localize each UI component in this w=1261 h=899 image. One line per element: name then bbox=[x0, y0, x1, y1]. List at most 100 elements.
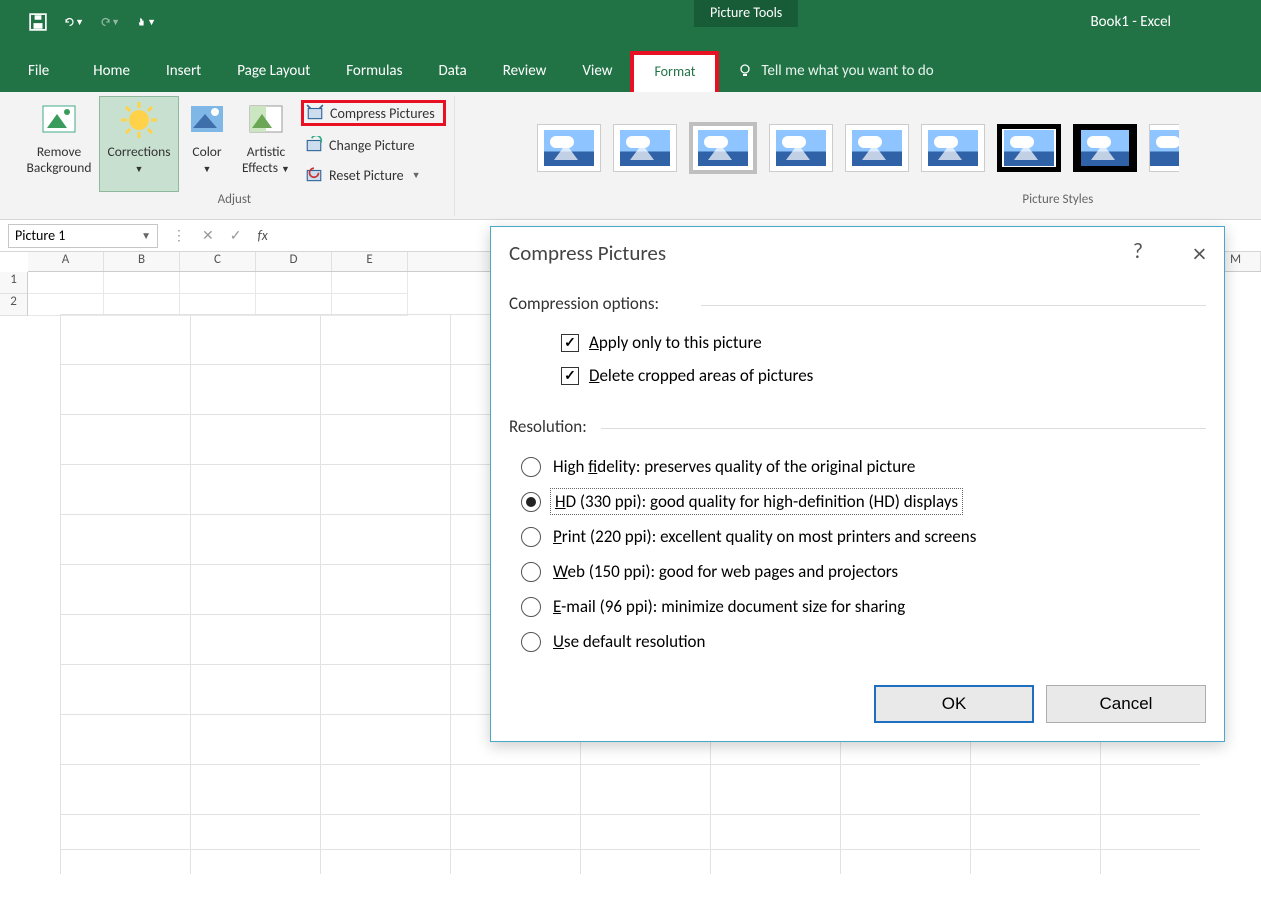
rowhdr-1[interactable]: 1 bbox=[0, 272, 28, 294]
color-label: Color▼ bbox=[192, 144, 221, 176]
tab-insert[interactable]: Insert bbox=[148, 50, 219, 92]
resolution-default[interactable]: Use default resolution bbox=[521, 624, 1206, 659]
radio-icon bbox=[521, 457, 541, 477]
radio-icon bbox=[521, 492, 541, 512]
name-box[interactable]: Picture 1 ▼ bbox=[8, 224, 158, 248]
picture-style-2[interactable] bbox=[613, 124, 677, 172]
artistic-effects-button[interactable]: Artistic Effects ▼ bbox=[235, 96, 297, 192]
group-picture-styles-label: Picture Styles bbox=[1022, 192, 1093, 207]
radio-icon bbox=[521, 632, 541, 652]
cancel-button[interactable]: Cancel bbox=[1046, 685, 1206, 723]
dialog-titlebar: Compress Pictures ? × bbox=[491, 227, 1224, 277]
delete-cropped-label: Delete cropped areas of pictures bbox=[589, 365, 813, 386]
resolution-print-label: Print (220 ppi): excellent quality on mo… bbox=[553, 526, 976, 547]
artistic-effects-label: Artistic Effects ▼ bbox=[242, 144, 290, 176]
dialog-close-button[interactable]: × bbox=[1193, 237, 1206, 269]
reset-picture-button[interactable]: Reset Picture ▼ bbox=[301, 164, 446, 186]
tell-me[interactable]: Tell me what you want to do bbox=[719, 50, 951, 92]
group-adjust-label: Adjust bbox=[218, 192, 252, 207]
col-C[interactable]: C bbox=[180, 252, 256, 271]
corrections-button[interactable]: Corrections▼ bbox=[99, 96, 179, 192]
picture-style-4[interactable] bbox=[769, 124, 833, 172]
enter-formula-icon[interactable]: ✓ bbox=[230, 227, 242, 244]
resolution-email[interactable]: E-mail (96 ppi): minimize document size … bbox=[521, 589, 1206, 624]
radio-icon bbox=[521, 527, 541, 547]
compress-pictures-dialog: Compress Pictures ? × Compression option… bbox=[490, 226, 1225, 742]
resolution-hifi-label: High fidelity: preserves quality of the … bbox=[553, 456, 915, 477]
picture-style-6[interactable] bbox=[921, 124, 985, 172]
resolution-web[interactable]: Web (150 ppi): good for web pages and pr… bbox=[521, 554, 1206, 589]
change-picture-icon bbox=[305, 136, 323, 154]
resolution-hd-label: HD (330 ppi): good quality for high-defi… bbox=[553, 491, 960, 512]
ribbon: Remove Background Corrections▼ Color▼ Ar… bbox=[0, 92, 1261, 220]
tab-view[interactable]: View bbox=[564, 50, 630, 92]
col-A[interactable]: A bbox=[28, 252, 104, 271]
dialog-help-button[interactable]: ? bbox=[1133, 237, 1143, 269]
picture-style-8[interactable] bbox=[1073, 124, 1137, 172]
picture-style-7[interactable] bbox=[997, 124, 1061, 172]
compress-pictures-icon bbox=[306, 104, 324, 122]
tab-format[interactable]: Format bbox=[630, 51, 719, 92]
ribbon-tabs: File Home Insert Page Layout Formulas Da… bbox=[0, 44, 1261, 92]
radio-icon bbox=[521, 597, 541, 617]
rowhdr-2[interactable]: 2 bbox=[0, 294, 28, 316]
remove-background-label: Remove Background bbox=[27, 144, 92, 176]
picture-style-9[interactable] bbox=[1149, 124, 1179, 172]
quick-access-toolbar: ▼ ▼ ▼ bbox=[0, 12, 156, 32]
cancel-formula-icon[interactable]: ✕ bbox=[202, 227, 214, 244]
save-icon[interactable] bbox=[28, 12, 48, 32]
tab-formulas[interactable]: Formulas bbox=[328, 50, 420, 92]
resolution-label: Resolution: bbox=[491, 400, 1224, 441]
name-box-dropdown-icon[interactable]: ▼ bbox=[141, 229, 151, 242]
remove-background-icon bbox=[39, 100, 79, 140]
tab-home[interactable]: Home bbox=[75, 50, 148, 92]
name-box-value: Picture 1 bbox=[15, 227, 65, 244]
fx-icon[interactable]: fx bbox=[257, 227, 267, 244]
tab-review[interactable]: Review bbox=[485, 50, 565, 92]
lightbulb-icon bbox=[737, 63, 753, 79]
formula-menu-icon[interactable]: ⋮ bbox=[172, 227, 186, 244]
apply-only-checkbox[interactable]: Apply only to this picture bbox=[561, 326, 1206, 359]
color-icon bbox=[187, 100, 227, 140]
dialog-buttons: OK Cancel bbox=[491, 667, 1224, 741]
resolution-print[interactable]: Print (220 ppi): excellent quality on mo… bbox=[521, 519, 1206, 554]
delete-cropped-checkbox[interactable]: Delete cropped areas of pictures bbox=[561, 359, 1206, 392]
tab-file[interactable]: File bbox=[20, 50, 75, 92]
color-button[interactable]: Color▼ bbox=[179, 96, 235, 192]
redo-icon[interactable]: ▼ bbox=[100, 12, 120, 32]
picture-style-3[interactable] bbox=[689, 122, 757, 174]
reset-picture-icon bbox=[305, 166, 323, 184]
compression-options-label: Compression options: bbox=[491, 277, 1224, 318]
title-bar: ▼ ▼ ▼ Picture Tools Book1 - Excel bbox=[0, 0, 1261, 44]
corrections-label: Corrections▼ bbox=[108, 144, 171, 176]
adjust-small-commands: Compress Pictures Change Picture Reset P… bbox=[297, 96, 450, 192]
group-picture-styles: Picture Styles bbox=[455, 96, 1261, 216]
app-title: Book1 - Excel bbox=[1090, 13, 1171, 31]
picture-style-1[interactable] bbox=[537, 124, 601, 172]
col-B[interactable]: B bbox=[104, 252, 180, 271]
resolution-hifi[interactable]: High fidelity: preserves quality of the … bbox=[521, 449, 1206, 484]
resolution-web-label: Web (150 ppi): good for web pages and pr… bbox=[553, 561, 898, 582]
resolution-default-label: Use default resolution bbox=[553, 631, 705, 652]
tell-me-label: Tell me what you want to do bbox=[761, 62, 933, 80]
resolution-email-label: E-mail (96 ppi): minimize document size … bbox=[553, 596, 905, 617]
cell-A1[interactable] bbox=[28, 272, 104, 294]
checkbox-icon bbox=[561, 367, 579, 385]
checkbox-icon bbox=[561, 334, 579, 352]
tab-data[interactable]: Data bbox=[420, 50, 484, 92]
undo-icon[interactable]: ▼ bbox=[64, 12, 84, 32]
resolution-hd[interactable]: HD (330 ppi): good quality for high-defi… bbox=[521, 484, 1206, 519]
dialog-title: Compress Pictures bbox=[509, 240, 666, 266]
compress-pictures-button[interactable]: Compress Pictures bbox=[301, 100, 446, 126]
picture-style-5[interactable] bbox=[845, 124, 909, 172]
compress-pictures-label: Compress Pictures bbox=[330, 105, 435, 122]
col-D[interactable]: D bbox=[256, 252, 332, 271]
change-picture-button[interactable]: Change Picture bbox=[301, 134, 446, 156]
tab-page-layout[interactable]: Page Layout bbox=[219, 50, 328, 92]
remove-background-button[interactable]: Remove Background bbox=[19, 96, 99, 192]
touch-mode-icon[interactable]: ▼ bbox=[136, 12, 156, 32]
col-E[interactable]: E bbox=[332, 252, 408, 271]
apply-only-label: Apply only to this picture bbox=[589, 332, 762, 353]
ok-button[interactable]: OK bbox=[874, 685, 1034, 723]
radio-icon bbox=[521, 562, 541, 582]
